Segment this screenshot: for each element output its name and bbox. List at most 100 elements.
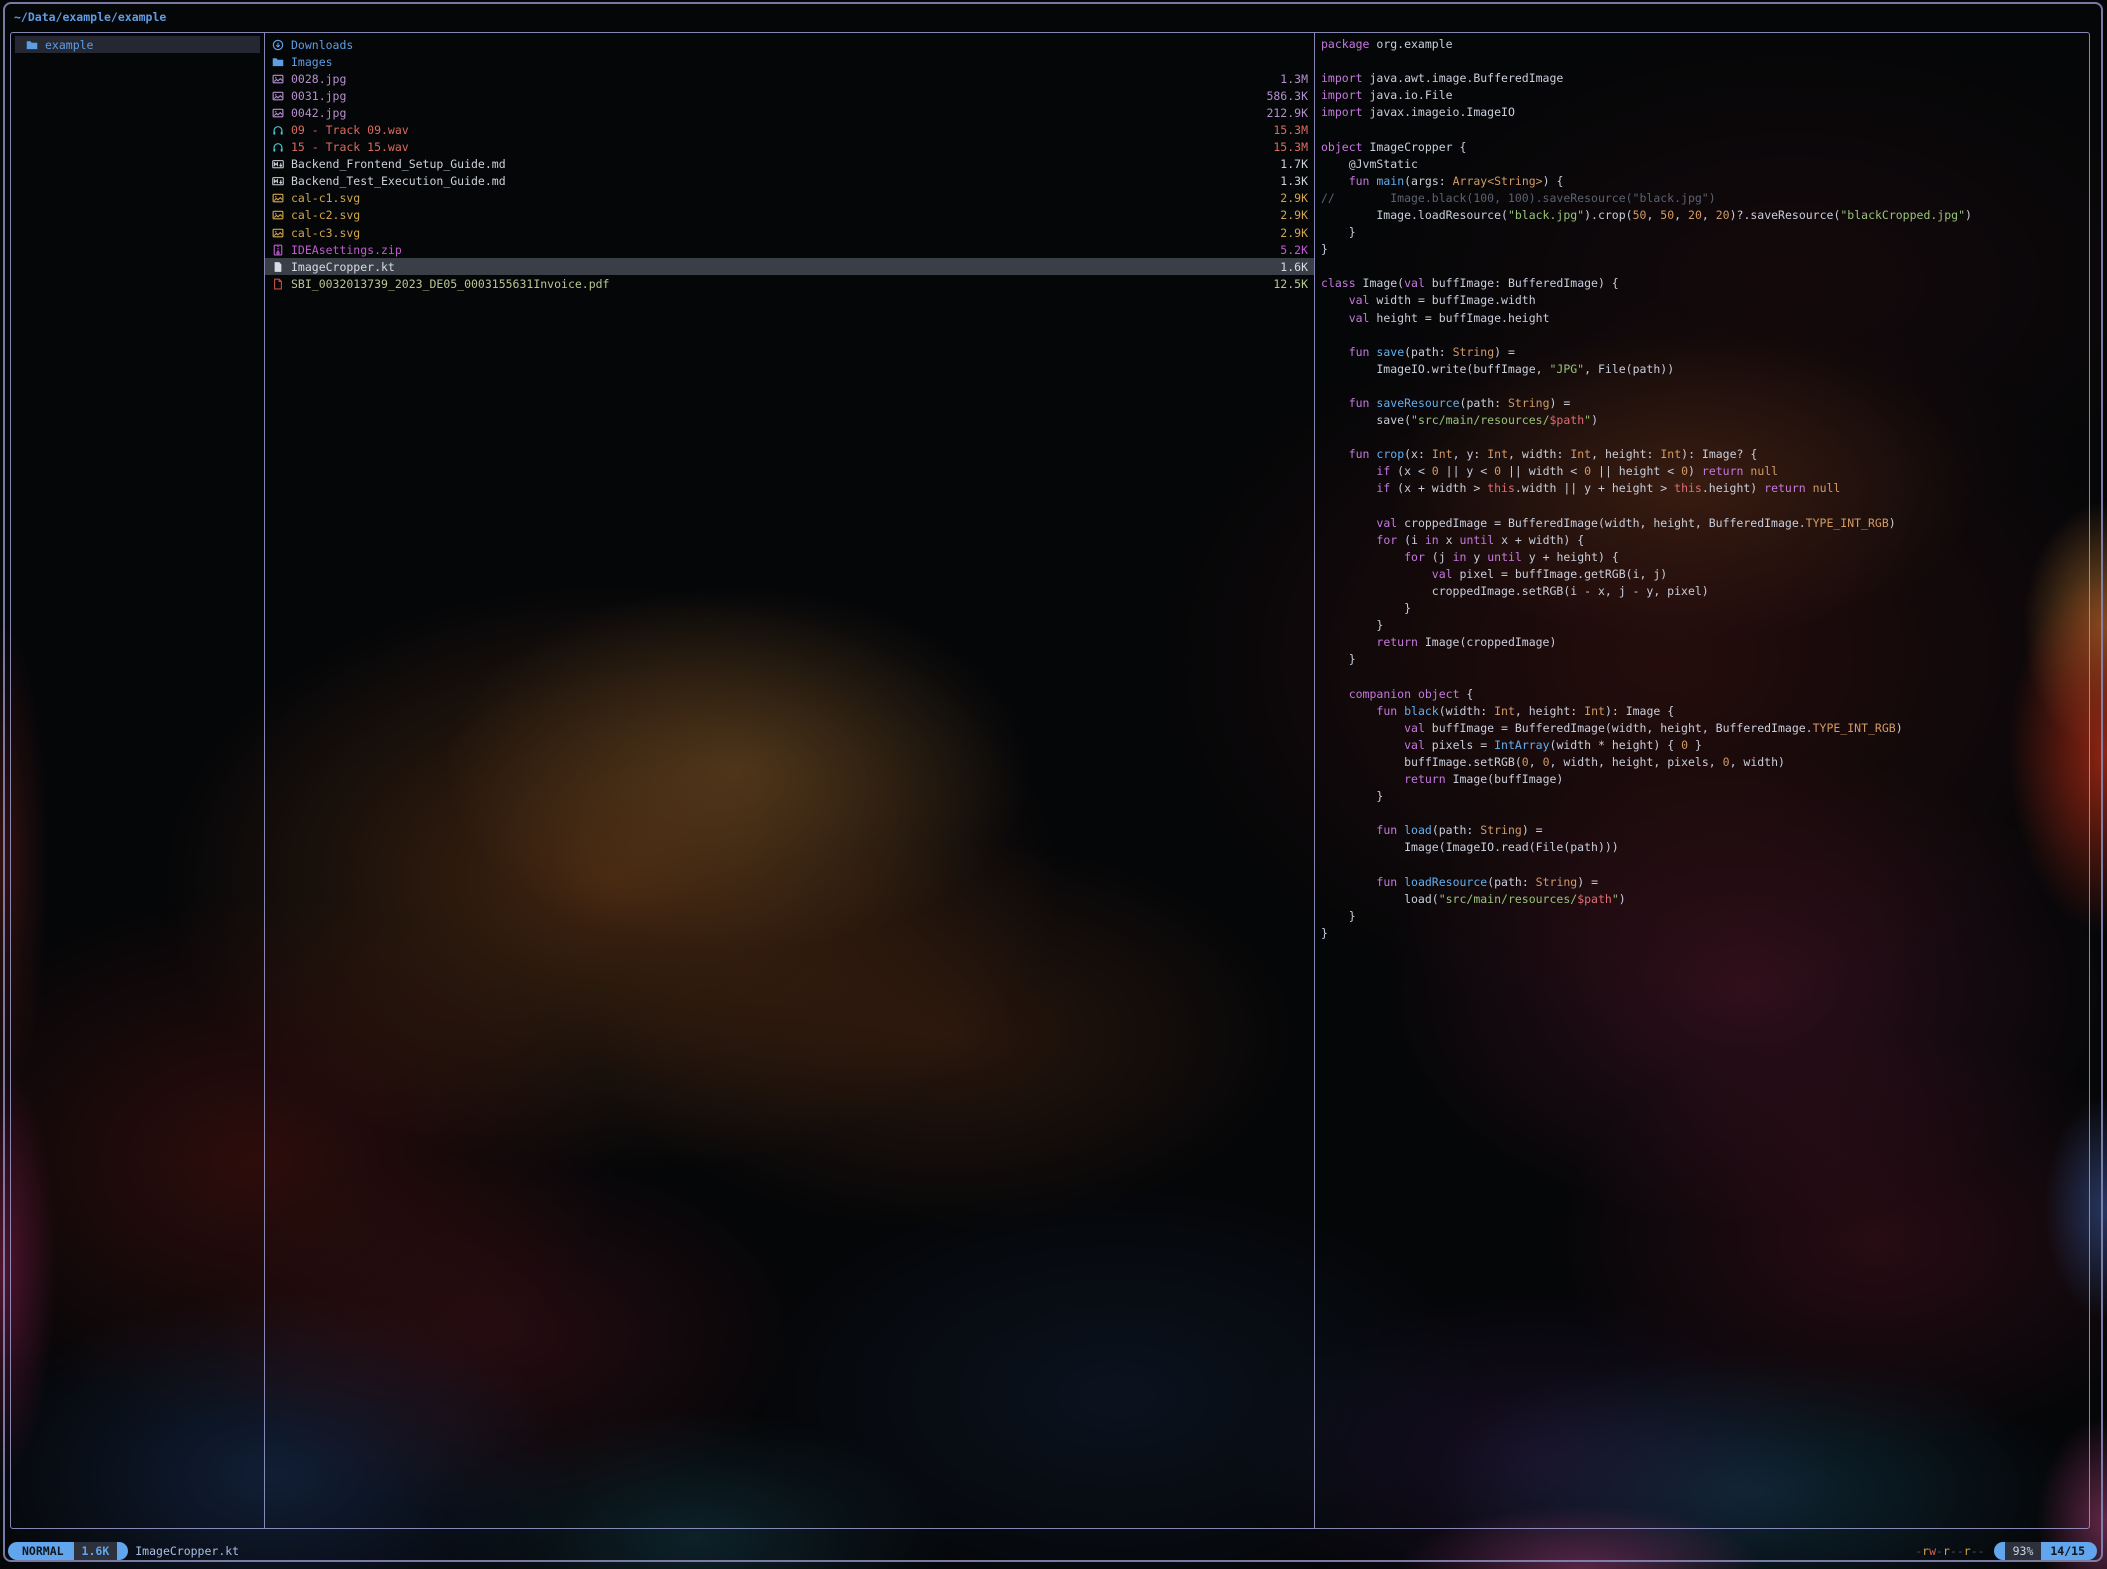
file-name: 15 - Track 15.wav [291, 140, 1265, 154]
file-name: 0042.jpg [291, 106, 1258, 120]
code-line: } [1321, 788, 2085, 805]
pdf-icon [271, 277, 284, 290]
code-line [1321, 53, 2085, 70]
code-line: fun black(width: Int, height: Int): Imag… [1321, 703, 2085, 720]
code-line [1321, 805, 2085, 822]
code-line: val width = buffImage.width [1321, 292, 2085, 309]
file-name: Backend_Test_Execution_Guide.md [291, 174, 1272, 188]
markdown-icon [271, 158, 284, 171]
file-icon [271, 260, 284, 273]
file-size: 12.5K [1273, 277, 1308, 291]
audio-icon [271, 124, 284, 137]
code-line: croppedImage.setRGB(i - x, j - y, pixel) [1321, 583, 2085, 600]
file-size: 1.3K [1280, 174, 1308, 188]
downloads-folder-icon [271, 38, 284, 51]
file-size: 586.3K [1266, 89, 1308, 103]
file-name: cal-c2.svg [291, 208, 1272, 222]
file-name: 09 - Track 09.wav [291, 123, 1265, 137]
status-filename: ImageCropper.kt [135, 1544, 239, 1558]
file-size: 2.9K [1280, 226, 1308, 240]
file-row[interactable]: Backend_Frontend_Setup_Guide.md 1.7K [265, 156, 1314, 173]
file-size: 15.3M [1273, 123, 1308, 137]
file-name: Backend_Frontend_Setup_Guide.md [291, 157, 1272, 171]
file-name: cal-c1.svg [291, 191, 1272, 205]
code-line: Image(ImageIO.read(File(path))) [1321, 839, 2085, 856]
code-line: class Image(val buffImage: BufferedImage… [1321, 275, 2085, 292]
file-row[interactable]: cal-c3.svg 2.9K [265, 224, 1314, 241]
parent-directory-pane[interactable]: example [11, 33, 264, 1528]
code-line [1321, 327, 2085, 344]
image-icon [271, 192, 284, 205]
file-name: 0028.jpg [291, 72, 1272, 86]
image-icon [271, 209, 284, 222]
file-preview-pane[interactable]: package org.example import java.awt.imag… [1315, 33, 2089, 1528]
file-row[interactable]: 15 - Track 15.wav 15.3M [265, 139, 1314, 156]
scroll-progress: 93% [2005, 1542, 2042, 1560]
image-icon [271, 106, 284, 119]
code-line: object ImageCropper { [1321, 139, 2085, 156]
image-icon [271, 72, 284, 85]
file-row[interactable]: 0028.jpg1.3M [265, 70, 1314, 87]
file-size: 15.3M [1273, 140, 1308, 154]
code-line [1321, 668, 2085, 685]
folder-icon [271, 55, 284, 68]
status-left-group: NORMAL 1.6K ImageCropper.kt [8, 1542, 239, 1560]
file-row[interactable]: Images [265, 53, 1314, 70]
code-line: } [1321, 908, 2085, 925]
code-line: companion object { [1321, 686, 2085, 703]
folder-icon [25, 38, 38, 51]
file-size: 1.6K [1280, 260, 1308, 274]
mode-badge: NORMAL [8, 1542, 74, 1560]
code-line: save("src/main/resources/$path") [1321, 412, 2085, 429]
status-bar: NORMAL 1.6K ImageCropper.kt -rw-r--r-- 9… [8, 1542, 2097, 1560]
file-name: SBI_0032013739_2023_DE05_0003155631Invoi… [291, 277, 1265, 291]
file-row[interactable]: 09 - Track 09.wav 15.3M [265, 121, 1314, 138]
code-line: } [1321, 617, 2085, 634]
file-manager-panes: example Downloads Images0028.jpg1.3M0031.… [10, 32, 2090, 1529]
cursor-position-badge: 14/15 [2041, 1542, 2097, 1560]
code-line: if (x + width > this.width || y + height… [1321, 480, 2085, 497]
code-line: fun loadResource(path: String) = [1321, 874, 2085, 891]
code-line: fun save(path: String) = [1321, 344, 2085, 361]
file-row[interactable]: SBI_0032013739_2023_DE05_0003155631Invoi… [265, 275, 1314, 292]
file-name: Images [291, 55, 1300, 69]
file-size: 1.7K [1280, 157, 1308, 171]
code-line: import java.awt.image.BufferedImage [1321, 70, 2085, 87]
code-line: val pixel = buffImage.getRGB(i, j) [1321, 566, 2085, 583]
breadcrumb-path: ~/Data/example/example [14, 5, 166, 29]
image-icon [271, 226, 284, 239]
code-line: } [1321, 600, 2085, 617]
code-line: // Image.black(100, 100).saveResource("b… [1321, 190, 2085, 207]
file-row[interactable]: 0031.jpg586.3K [265, 87, 1314, 104]
file-name: cal-c3.svg [291, 226, 1272, 240]
code-line: val height = buffImage.height [1321, 310, 2085, 327]
file-row[interactable]: 0042.jpg 212.9K [265, 104, 1314, 121]
file-size-badge: 1.6K [74, 1542, 118, 1560]
current-directory-pane[interactable]: Downloads Images0028.jpg1.3M0031.jpg586.3… [265, 33, 1314, 1528]
file-row[interactable]: ImageCropper.kt1.6K [265, 258, 1314, 275]
file-size: 5.2K [1280, 243, 1308, 257]
file-row[interactable]: cal-c1.svg2.9K [265, 190, 1314, 207]
code-line: val croppedImage = BufferedImage(width, … [1321, 515, 2085, 532]
file-size: 212.9K [1266, 106, 1308, 120]
dir-name: example [45, 38, 260, 52]
file-row[interactable]: Downloads [265, 36, 1314, 53]
code-line: return Image(croppedImage) [1321, 634, 2085, 651]
markdown-icon [271, 175, 284, 188]
parent-dir-row[interactable]: example [15, 36, 260, 53]
archive-icon [271, 243, 284, 256]
code-line: } [1321, 224, 2085, 241]
file-row[interactable]: cal-c2.svg2.9K [265, 207, 1314, 224]
file-row[interactable]: Backend_Test_Execution_Guide.md 1.3K [265, 173, 1314, 190]
code-line: Image.loadResource("black.jpg").crop(50,… [1321, 207, 2085, 224]
code-line: val buffImage = BufferedImage(width, hei… [1321, 720, 2085, 737]
code-line: load("src/main/resources/$path") [1321, 891, 2085, 908]
code-line [1321, 121, 2085, 138]
code-line: return Image(buffImage) [1321, 771, 2085, 788]
code-line: if (x < 0 || y < 0 || width < 0 || heigh… [1321, 463, 2085, 480]
code-line: for (i in x until x + width) { [1321, 532, 2085, 549]
file-name: IDEAsettings.zip [291, 243, 1272, 257]
file-row[interactable]: IDEAsettings.zip 5.2K [265, 241, 1314, 258]
code-line: import javax.imageio.ImageIO [1321, 104, 2085, 121]
code-line: fun crop(x: Int, y: Int, width: Int, hei… [1321, 446, 2085, 463]
